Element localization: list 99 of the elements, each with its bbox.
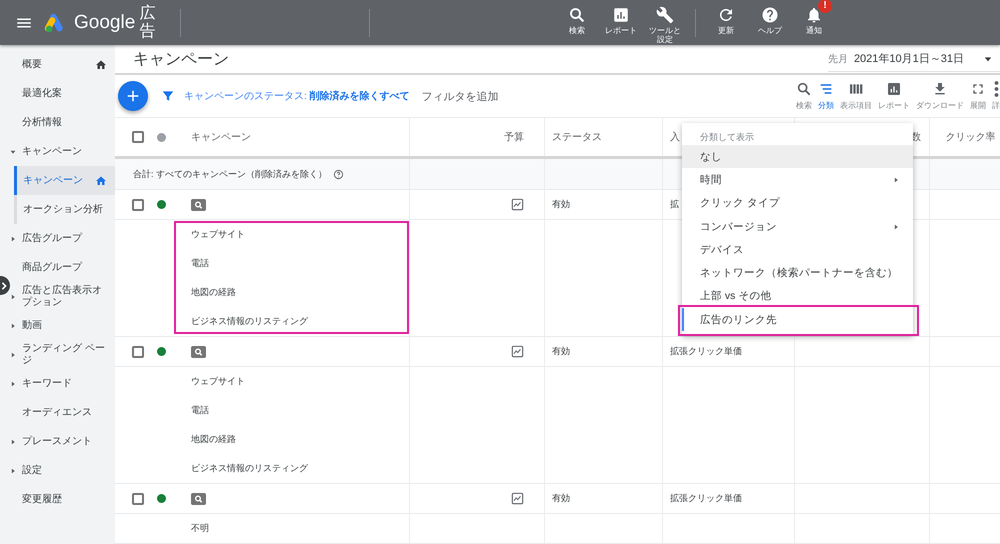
table-cell: 有効 (545, 484, 663, 513)
menu-item[interactable]: なし (682, 145, 913, 168)
caret-right-icon (10, 438, 16, 444)
table-cell: 有効 (545, 337, 663, 366)
help-icon (333, 168, 344, 180)
nav-item[interactable]: 広告と広告表示オプション (0, 282, 115, 311)
refresh-icon (717, 6, 735, 24)
caret-right-icon (10, 380, 16, 386)
nav-item[interactable]: プレースメント (0, 427, 115, 456)
line-chart-icon (511, 345, 524, 358)
segment-label: 不明 (191, 522, 210, 535)
segment-label: 地図の経路 (191, 286, 237, 299)
column-header[interactable]: クリック率 (930, 118, 1000, 156)
segment-label: 電話 (191, 257, 210, 270)
total-row-label: 合計: すべてのキャンペーン（削除済みを除く） (133, 168, 328, 180)
search-icon (796, 81, 812, 97)
chevron-right-icon (0, 282, 8, 290)
checkbox[interactable] (132, 492, 144, 504)
filter-icon (161, 89, 175, 103)
home-icon (95, 58, 107, 70)
toolbar-button[interactable]: 詳 (992, 75, 1000, 117)
nav-item[interactable]: 概要 (0, 50, 115, 79)
nav-item[interactable]: 変更履歴 (0, 485, 115, 514)
filter-link[interactable]: キャンペーンのステータス: 削除済みを除くすべて (184, 89, 410, 103)
submenu-arrow-icon (893, 176, 899, 183)
table-cell: 拡張クリック単価 (663, 337, 795, 366)
menu-item[interactable]: デバイス (682, 238, 913, 262)
toolbar-button[interactable]: 検索 (557, 0, 597, 45)
nav-item[interactable]: 設定 (0, 456, 115, 485)
column-header[interactable]: 予算 (410, 118, 545, 156)
segment-label: ビジネス情報のリスティング (191, 462, 309, 475)
bar-chart-icon (612, 6, 630, 24)
toolbar-button[interactable]: ツールと設定 (645, 0, 685, 45)
toolbar-button[interactable]: ダウンロード (916, 75, 964, 117)
nav-item[interactable]: 最適化案 (0, 79, 115, 108)
column-header[interactable]: キャンペーン (180, 118, 410, 156)
checkbox[interactable] (132, 131, 144, 143)
checkbox[interactable] (132, 346, 144, 358)
nav-item[interactable]: キーワード (0, 369, 115, 398)
home-icon (95, 174, 107, 186)
submenu-arrow-icon (893, 224, 899, 230)
search-campaign-icon (191, 346, 206, 358)
toolbar-button[interactable]: 検索 (796, 75, 812, 117)
toolbar-button[interactable]: 分類 (818, 75, 834, 117)
toolbar-button[interactable]: レポート (878, 75, 910, 117)
caret-down-icon (10, 148, 16, 154)
nav-item[interactable]: 商品グループ (0, 253, 115, 282)
toolbar-button[interactable]: 通知 ! (794, 0, 834, 45)
toolbar-button[interactable]: 展開 (970, 75, 986, 117)
bar-chart-icon (886, 81, 902, 97)
column-header[interactable]: ステータス (545, 118, 663, 156)
caret-right-icon (10, 236, 16, 242)
dropdown-icon (984, 54, 992, 62)
menu-title: 分類して表示 (699, 131, 755, 144)
segment-label: 電話 (191, 404, 210, 417)
caret-right-icon (10, 322, 16, 328)
more-icon (994, 81, 998, 97)
nav-item[interactable]: 広告グループ (0, 224, 115, 253)
toolbar-button[interactable]: 表示項目 (840, 75, 872, 117)
page-title: キャンペーン (133, 50, 230, 70)
status-dot (157, 132, 166, 142)
notification-badge: ! (818, 0, 832, 13)
menu-item[interactable]: 上部 vs その他 (682, 284, 913, 308)
nav-item[interactable]: キャンペーン (0, 137, 115, 166)
nav-item[interactable]: 分析情報 (0, 108, 115, 137)
toolbar-button[interactable]: ヘルプ (750, 0, 790, 45)
search-campaign-icon (191, 492, 206, 504)
search-icon (568, 6, 586, 24)
add-button[interactable] (118, 81, 148, 111)
nav-item[interactable]: ランディング ページ (0, 340, 115, 369)
menu-item[interactable]: 時間 (682, 168, 913, 192)
date-range-picker[interactable]: 先月 2021年10月1日～31日 (828, 46, 1000, 72)
caret-right-icon (10, 294, 16, 300)
segment-label: ウェブサイト (191, 228, 246, 241)
caret-right-icon (10, 352, 16, 358)
line-chart-icon (511, 198, 524, 211)
menu-item[interactable]: ネットワーク（検索パートナーを含む） (682, 261, 913, 285)
segment-label: 地図の経路 (191, 433, 237, 446)
segment-label: ビジネス情報のリスティング (191, 315, 309, 328)
caret-right-icon (10, 468, 16, 474)
table-cell: 拡張クリック単価 (663, 484, 795, 513)
nav-item[interactable]: オーディエンス (0, 398, 115, 427)
search-campaign-icon (191, 198, 206, 210)
nav-item[interactable]: キャンペーン (14, 166, 115, 195)
product-name: 広告 (139, 4, 156, 40)
line-chart-icon (511, 492, 524, 505)
toolbar-button[interactable]: 更新 (706, 0, 746, 45)
bell-icon (805, 6, 823, 24)
logo-text: Google (74, 12, 136, 34)
segment-label: ウェブサイト (191, 375, 246, 388)
table-cell: 有効 (545, 190, 663, 219)
nav-item[interactable]: 動画 (0, 311, 115, 340)
toolbar-button[interactable]: レポート (601, 0, 641, 45)
nav-item[interactable]: オークション分析 (14, 195, 115, 224)
add-filter-link[interactable]: フィルタを追加 (422, 88, 499, 104)
menu-item[interactable]: 広告のリンク先 (682, 308, 913, 332)
checkbox[interactable] (132, 198, 144, 210)
help-icon (761, 6, 779, 24)
wrench-icon (656, 6, 674, 24)
